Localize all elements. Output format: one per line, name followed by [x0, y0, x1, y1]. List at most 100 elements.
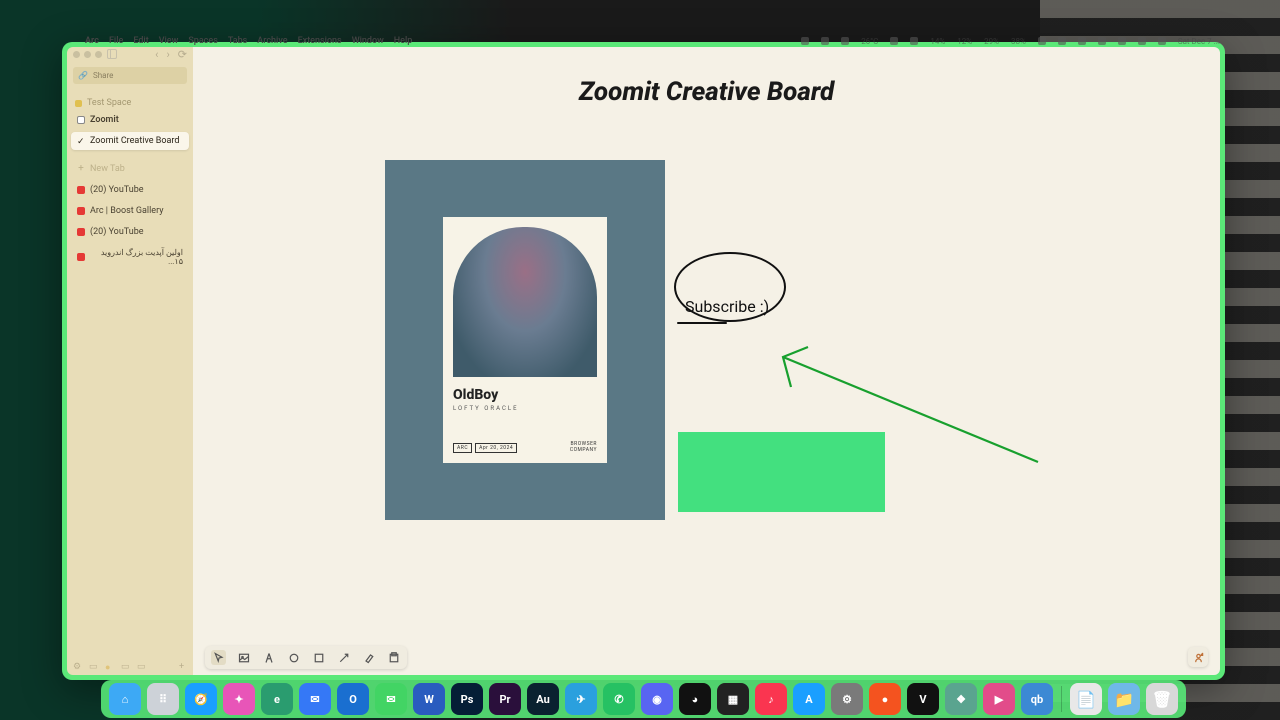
card-title: OldBoy — [453, 387, 597, 403]
board-title[interactable]: Zoomit Creative Board — [193, 77, 1220, 107]
card-image — [453, 227, 597, 377]
sidebar-item-youtube-2[interactable]: (20) YouTube — [71, 223, 189, 241]
sidebar-item-boost[interactable]: Arc | Boost Gallery — [71, 202, 189, 220]
tool-arrow[interactable] — [336, 650, 351, 665]
tool-square[interactable] — [311, 650, 326, 665]
dock-app-finder[interactable]: ⌂ — [109, 683, 141, 715]
menu-window[interactable]: Window — [352, 36, 384, 46]
status-icon[interactable] — [1058, 37, 1066, 45]
dock-trash-icon[interactable]: 🗑 — [1146, 683, 1178, 715]
dock-app-vpn[interactable]: V — [907, 683, 939, 715]
menu-file[interactable]: File — [109, 36, 123, 46]
dock-app-audition[interactable]: Au — [527, 683, 559, 715]
nav-reload-icon[interactable]: ⟳ — [178, 49, 187, 60]
dock-app-telegram[interactable]: ✈ — [565, 683, 597, 715]
traffic-lights[interactable] — [73, 51, 102, 58]
status-icon[interactable] — [821, 37, 829, 45]
card-inner: OldBoy LOFTY ORACLE ARC Apr 20, 2024 BRO… — [443, 217, 607, 463]
share-url-field[interactable]: 🔗 Share — [73, 67, 187, 84]
archive-icon[interactable]: ▭ — [89, 662, 97, 670]
sidebar-folder-zoomit[interactable]: Zoomit — [71, 111, 189, 129]
dock-app-qbit[interactable]: qb — [1021, 683, 1053, 715]
dock-app-edge[interactable]: e — [261, 683, 293, 715]
dock: ⌂⠿🧭✦e✉O✉WPsPrAu✈✆◉◕▦♪A⚙●V❖▶qb📄📁🗑 — [62, 680, 1225, 718]
boost-icon[interactable]: ▭ — [137, 662, 145, 670]
dock-folder-icon[interactable]: 📁 — [1108, 683, 1140, 715]
dock-app-calculator[interactable]: ▦ — [717, 683, 749, 715]
card-subtitle: LOFTY ORACLE — [453, 405, 597, 412]
tool-circle[interactable] — [286, 650, 301, 665]
menu-edit[interactable]: Edit — [133, 36, 148, 46]
settings-icon[interactable]: ⚙ — [73, 662, 81, 670]
new-tab-button[interactable]: + New Tab — [71, 160, 189, 178]
dock-app-messages[interactable]: ✉ — [375, 683, 407, 715]
dock-app-premiere[interactable]: Pr — [489, 683, 521, 715]
status-icon[interactable] — [1078, 37, 1086, 45]
space-dot-icon[interactable]: ● — [105, 662, 113, 670]
menu-help[interactable]: Help — [394, 36, 413, 46]
status-icon[interactable] — [1138, 37, 1146, 45]
tool-text[interactable] — [261, 650, 276, 665]
status-icon[interactable] — [910, 37, 918, 45]
menu-extensions[interactable]: Extensions — [298, 36, 342, 46]
plus-icon: + — [77, 165, 85, 173]
drawn-underline[interactable] — [677, 322, 727, 324]
drawn-rectangle[interactable] — [678, 432, 885, 512]
tool-highlight[interactable] — [361, 650, 376, 665]
status-icon[interactable] — [841, 37, 849, 45]
status-date[interactable]: Sat Dec 7 ... — [1178, 37, 1220, 46]
link-icon: 🔗 — [78, 71, 88, 80]
sidebar-item-easel[interactable]: ✓ Zoomit Creative Board — [71, 132, 189, 150]
status-icon[interactable] — [1098, 37, 1106, 45]
status-icon[interactable] — [1038, 37, 1046, 45]
nav-fwd-icon[interactable]: › — [166, 49, 169, 60]
dock-app-brave[interactable]: ● — [869, 683, 901, 715]
dock-app-safari[interactable]: 🧭 — [185, 683, 217, 715]
menu-arc[interactable]: Arc — [85, 36, 99, 46]
menu-tabs[interactable]: Tabs — [228, 36, 247, 46]
tool-capture[interactable] — [386, 650, 401, 665]
card-pill-date: Apr 20, 2024 — [475, 443, 517, 453]
dock-app-outlook[interactable]: O — [337, 683, 369, 715]
dock-doc-icon[interactable]: 📄 — [1070, 683, 1102, 715]
dock-app-whatsapp[interactable]: ✆ — [603, 683, 635, 715]
tool-select[interactable] — [211, 650, 226, 665]
dock-app-settings[interactable]: ⚙ — [831, 683, 863, 715]
dock-app-launchpad[interactable]: ⠿ — [147, 683, 179, 715]
youtube-icon — [77, 228, 85, 236]
dock-app-appstore[interactable]: A — [793, 683, 825, 715]
youtube-icon — [77, 253, 85, 261]
library-icon[interactable]: ▭ — [121, 662, 129, 670]
image-card[interactable]: OldBoy LOFTY ORACLE ARC Apr 20, 2024 BRO… — [385, 160, 665, 520]
dock-app-mail[interactable]: ✉ — [299, 683, 331, 715]
youtube-icon — [77, 186, 85, 194]
menu-spaces[interactable]: Spaces — [188, 36, 218, 46]
sidebar-item-youtube[interactable]: (20) YouTube — [71, 181, 189, 199]
dock-app-chatgpt[interactable]: ❖ — [945, 683, 977, 715]
menu-archive[interactable]: Archive — [257, 36, 287, 46]
space-label[interactable]: Test Space — [75, 98, 185, 108]
status-pct: 38% — [1011, 37, 1026, 46]
subscribe-text[interactable]: Subscribe :) — [685, 297, 769, 316]
dock-app-word[interactable]: W — [413, 683, 445, 715]
add-icon[interactable]: + — [179, 662, 187, 670]
dock-app-arc[interactable]: ✦ — [223, 683, 255, 715]
tool-image[interactable] — [236, 650, 251, 665]
status-icon[interactable] — [801, 37, 809, 45]
dock-app-photoshop[interactable]: Ps — [451, 683, 483, 715]
nav-back-icon[interactable]: ‹ — [155, 49, 158, 60]
status-pct: 12% — [957, 37, 972, 46]
sidebar-toggle-icon[interactable] — [107, 49, 117, 59]
easel-canvas[interactable]: Zoomit Creative Board OldBoy LOFTY ORACL… — [193, 47, 1220, 675]
status-icon[interactable] — [1118, 37, 1126, 45]
status-icon[interactable] — [1158, 37, 1166, 45]
share-easel-button[interactable] — [1188, 647, 1208, 667]
easel-toolbar — [205, 646, 407, 669]
dock-app-music[interactable]: ♪ — [755, 683, 787, 715]
sidebar-item-persian[interactable]: اولین آپدیت بزرگ اندروید ۱۵... — [71, 244, 189, 270]
dock-app-discord[interactable]: ◉ — [641, 683, 673, 715]
dock-app-obsidian[interactable]: ◕ — [679, 683, 711, 715]
status-icon[interactable] — [890, 37, 898, 45]
dock-app-media[interactable]: ▶ — [983, 683, 1015, 715]
menu-view[interactable]: View — [159, 36, 179, 46]
